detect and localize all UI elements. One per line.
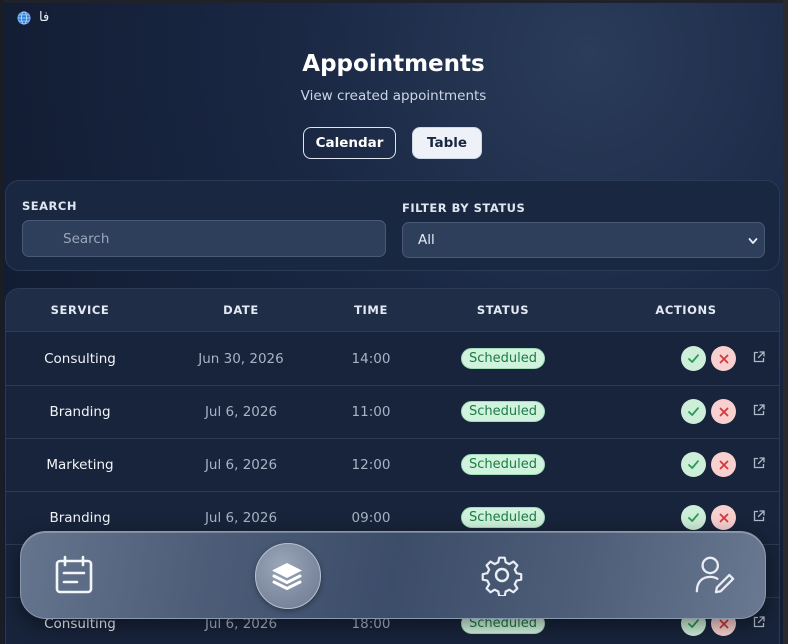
gear-icon	[481, 556, 523, 596]
status-badge: Scheduled	[461, 454, 545, 475]
language-label: فا	[39, 10, 50, 25]
external-link-icon[interactable]	[752, 456, 766, 470]
status-badge: Scheduled	[461, 348, 545, 369]
service-cell: Branding	[49, 403, 111, 420]
search-label: SEARCH	[22, 199, 77, 213]
external-link-icon[interactable]	[752, 509, 766, 523]
external-link-icon[interactable]	[752, 403, 766, 417]
table-row: Consulting Jun 30, 2026 14:00 Scheduled	[6, 332, 779, 386]
dock-item-settings[interactable]	[481, 554, 523, 596]
time-cell: 11:00	[351, 403, 391, 420]
column-header-date: DATE	[223, 303, 259, 317]
status-filter-select[interactable]: All	[402, 222, 765, 258]
status-badge: Scheduled	[461, 401, 545, 422]
status-filter-value: All	[418, 232, 435, 248]
date-cell: Jul 6, 2026	[204, 456, 278, 473]
dock-item-appointments[interactable]	[53, 554, 95, 596]
accept-button[interactable]	[681, 505, 706, 530]
appointments-page: فا Appointments View created appointment…	[4, 3, 783, 644]
status-cell: Scheduled	[453, 332, 553, 385]
search-field[interactable]	[22, 220, 386, 257]
window-scrollbar[interactable]	[783, 0, 788, 644]
close-icon	[719, 407, 728, 416]
check-icon	[688, 460, 699, 469]
service-cell: Consulting	[44, 350, 116, 367]
table-header: SERVICE DATE TIME STATUS ACTIONS	[6, 289, 779, 332]
accept-button[interactable]	[681, 346, 706, 371]
dock-item-profile[interactable]	[694, 554, 736, 596]
page-title: Appointments	[302, 51, 485, 77]
status-badge: Scheduled	[461, 507, 545, 528]
layers-icon	[272, 563, 302, 590]
dock-item-layers[interactable]	[266, 555, 308, 597]
close-icon	[719, 354, 728, 363]
table-row: Branding Jul 6, 2026 11:00 Scheduled	[6, 385, 779, 439]
close-icon	[719, 513, 728, 522]
column-header-service: SERVICE	[50, 303, 110, 317]
date-cell: Jun 30, 2026	[198, 350, 284, 367]
external-link-icon[interactable]	[752, 615, 766, 629]
accept-button[interactable]	[681, 452, 706, 477]
external-link-icon[interactable]	[752, 350, 766, 364]
close-icon	[719, 460, 728, 469]
check-icon	[688, 513, 699, 522]
table-row: Marketing Jul 6, 2026 12:00 Scheduled	[6, 438, 779, 492]
check-icon	[688, 407, 699, 416]
search-input[interactable]	[23, 221, 385, 256]
calendar-view-button[interactable]: Calendar	[303, 127, 396, 159]
user-edit-icon	[695, 556, 735, 594]
reject-button[interactable]	[711, 505, 736, 530]
chevron-down-icon	[748, 238, 758, 244]
column-header-time: TIME	[354, 303, 388, 317]
page-subtitle: View created appointments	[300, 88, 487, 104]
column-header-actions: ACTIONS	[655, 303, 717, 317]
time-cell: 12:00	[351, 456, 391, 473]
table-view-button[interactable]: Table	[412, 127, 482, 159]
date-cell: Jul 6, 2026	[204, 403, 278, 420]
column-header-status: STATUS	[476, 303, 530, 317]
time-cell: 14:00	[351, 350, 391, 367]
status-cell: Scheduled	[453, 438, 553, 491]
accept-button[interactable]	[681, 399, 706, 424]
language-switch[interactable]: فا	[17, 10, 49, 25]
check-icon	[688, 354, 699, 363]
reject-button[interactable]	[711, 452, 736, 477]
globe-icon	[17, 11, 31, 24]
close-icon	[719, 619, 728, 628]
calendar-list-icon	[55, 555, 93, 594]
status-filter-label: FILTER BY STATUS	[402, 201, 526, 215]
status-cell: Scheduled	[453, 385, 553, 438]
service-cell: Marketing	[46, 456, 114, 473]
filters-panel: SEARCH FILTER BY STATUS All	[5, 180, 780, 271]
bottom-dock	[20, 531, 766, 619]
reject-button[interactable]	[711, 346, 736, 371]
reject-button[interactable]	[711, 399, 736, 424]
